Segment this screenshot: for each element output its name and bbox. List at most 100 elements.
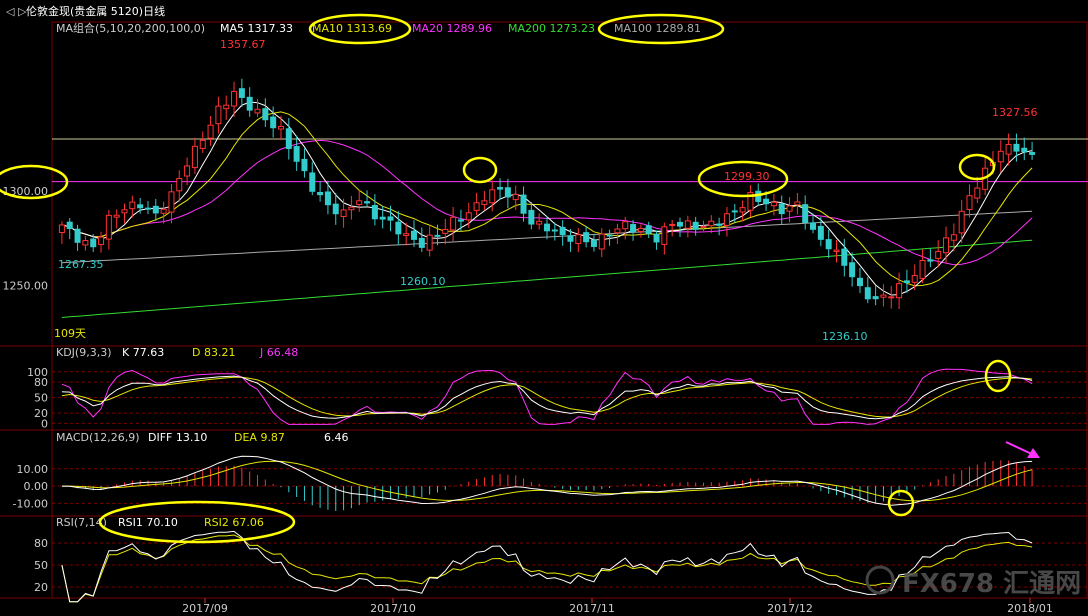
candle-body [512,193,519,201]
candle-body [324,191,331,206]
candle-body [191,145,198,169]
candle-body [520,194,527,214]
ma20-value: MA20 1289.96 [412,22,492,35]
candle-body [864,287,871,300]
candle-body [293,146,300,162]
candle-body [410,230,417,240]
kdj-k-value: K 77.63 [122,346,164,359]
candle-body [739,207,746,213]
ma100-value: MA100 1289.81 [614,22,701,35]
candle-body [387,216,394,221]
candle-body [778,203,785,215]
price-annotation: 1260.10 [400,275,446,288]
panel-frames [0,21,1088,599]
candle-body [645,225,652,234]
candle-body [356,200,363,205]
kdj-j-line [61,368,1033,425]
candle-body [606,234,613,237]
macd-header: MACD(12,26,9) DIFF 13.10 DEA 9.87 6.46 [56,431,349,444]
ma200-value: MA200 1273.23 [508,22,595,35]
candle-body [927,259,934,262]
candle-body [598,233,605,250]
rsi-tick-label: 80 [34,537,48,550]
candle-body [661,226,668,245]
candle-body [974,187,981,199]
candle-body [168,191,175,213]
candle-body [802,204,809,223]
x-tick-label: 2017/09 [182,602,228,615]
candle-body [810,222,817,230]
candle-body [841,248,848,266]
x-tick-label: 2017/11 [569,602,615,615]
macd-tick-label: 10.00 [17,463,49,476]
candle-body [144,207,151,210]
ma5-value: MA5 1317.33 [220,22,293,35]
watermark-logo-icon [865,565,895,595]
candle-body [129,201,136,210]
kdj-d-value: D 83.21 [192,346,235,359]
macd-diff-line [61,455,1033,506]
candle-body [481,200,488,206]
axis-labels: 1300.001250.00100805020010.000.00-10.008… [3,185,1053,615]
window-title: 伦敦金现(贵金属 5120)日线 [26,4,165,18]
candle-body [950,234,957,241]
ma20-line [61,139,1033,266]
candle-body [622,221,629,230]
window-controls-icon[interactable]: ◁ ▷ [6,5,27,18]
candle-body [497,186,504,190]
candle-body [637,227,644,233]
candle-body [630,224,637,233]
highlight-ellipse [462,156,498,184]
candle-body [653,233,660,243]
candle-body [575,234,582,244]
rsi2-value: RSI2 67.06 [204,516,264,529]
candle-body [536,220,543,225]
candle-body [254,108,261,114]
x-tick-label: 2017/12 [767,602,813,615]
candle-body [723,213,730,226]
candle-body [113,214,120,218]
candle-body [551,229,558,232]
kdj-j-value: J 66.48 [259,346,298,359]
candle-body [489,189,496,204]
candle-body [825,239,832,250]
candle-body [184,165,191,177]
candle-body [684,220,691,229]
candle-body [559,226,566,235]
candle-body [238,88,245,98]
candle-body [731,210,738,213]
candle-body [770,201,777,207]
candle-body [457,219,464,222]
candle-body [1029,152,1036,155]
candlestick-chart[interactable]: ◁ ▷ 伦敦金现(贵金属 5120)日线 MA组合(5,10,20,200,10… [0,0,1088,616]
candle-body [888,296,895,299]
kdj-header-label: KDJ(9,3,3) [56,346,112,359]
candle-body [817,225,824,240]
candle-body [544,223,550,232]
rsi-tick-label: 20 [34,581,48,594]
candle-body [700,225,707,228]
rsi-tick-label: 50 [34,559,48,572]
kdj-tick-label: 80 [34,376,48,389]
candle-body [403,233,410,236]
candle-body [317,191,324,196]
candle-body [231,90,238,107]
candle-body [277,125,284,130]
macd-dea-line [61,460,1033,502]
candle-body [332,203,339,215]
candle-body [74,228,81,243]
chart-window: ◁ ▷ 伦敦金现(贵金属 5120)日线 MA组合(5,10,20,200,10… [0,0,1088,616]
candle-body [90,238,97,248]
candle-body [763,198,770,205]
plot-frame [51,21,1088,599]
candle-body [434,234,441,237]
days-label: 109天 [54,327,86,340]
ma10-value: MA10 1313.69 [312,22,392,35]
candle-body [833,249,840,252]
candle-body [207,124,214,139]
candle-body [246,96,253,111]
candle-body [395,221,402,235]
candle-body [935,250,942,259]
candle-body [708,220,715,227]
highlight-ellipse [958,153,996,181]
